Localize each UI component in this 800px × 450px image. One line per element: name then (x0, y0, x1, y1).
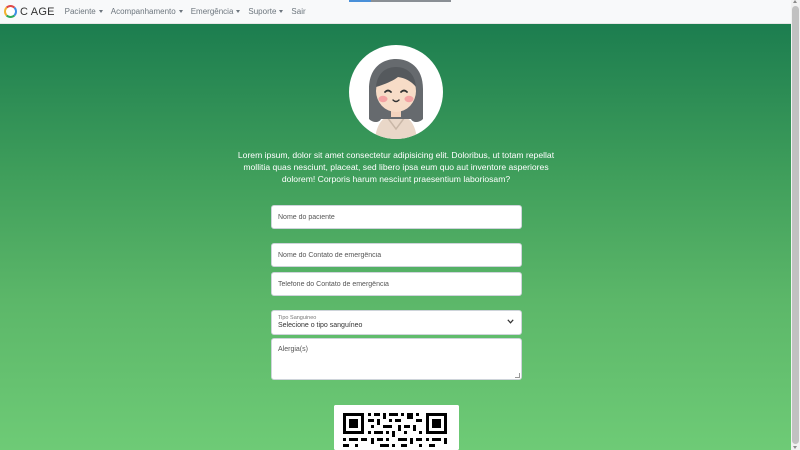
nav-label: Sair (291, 7, 306, 16)
brand-logo-icon (4, 5, 17, 18)
vertical-scrollbar[interactable] (791, 0, 800, 450)
nav-label: Paciente (64, 7, 96, 16)
nav-label: Acompanhamento (110, 7, 176, 16)
nav-sair[interactable]: Sair (291, 7, 305, 16)
scroll-down-arrow-icon[interactable] (793, 446, 797, 449)
nav-label: Suporte (248, 7, 277, 16)
nav-label: Emergência (190, 7, 234, 16)
emergency-contact-name-input[interactable] (272, 244, 521, 267)
page-load-indicator (349, 0, 451, 2)
emergency-contact-phone-field[interactable] (271, 272, 522, 296)
qr-code-icon (334, 405, 459, 450)
nav-emergencia[interactable]: Emergência (191, 7, 241, 16)
emergency-contact-phone-input[interactable] (272, 273, 521, 296)
scrollbar-thumb[interactable] (792, 6, 799, 444)
emergency-contact-name-field[interactable] (271, 243, 522, 267)
caret-down-icon (98, 10, 103, 13)
caret-down-icon (178, 10, 183, 13)
nav-paciente[interactable]: Paciente (65, 7, 103, 16)
patient-name-input[interactable] (272, 206, 521, 229)
scroll-up-arrow-icon[interactable] (793, 0, 797, 3)
qr-code-card (334, 405, 459, 450)
allergies-field[interactable] (271, 338, 522, 380)
female-avatar-icon (369, 59, 423, 139)
brand-name: C AGE (20, 5, 55, 18)
patient-name-field[interactable] (271, 205, 522, 229)
caret-down-icon (236, 10, 241, 13)
nav-acompanhamento[interactable]: Acompanhamento (111, 7, 183, 16)
nav-suporte[interactable]: Suporte (248, 7, 284, 16)
avatar (349, 45, 443, 139)
intro-text: Lorem ipsum, dolor sit amet consectetur … (237, 150, 555, 184)
caret-down-icon (279, 10, 284, 13)
blood-type-value: Selecione o tipo sanguíneo (278, 322, 363, 329)
allergies-textarea[interactable] (272, 339, 521, 379)
brand[interactable]: C AGE (4, 5, 55, 18)
chevron-down-icon (507, 319, 514, 324)
resize-handle[interactable] (515, 373, 520, 378)
navbar: C AGE Paciente Acompanhamento Emergência… (0, 0, 791, 24)
blood-type-select[interactable]: Tipo Sanguineo Selecione o tipo sanguíne… (271, 310, 522, 335)
